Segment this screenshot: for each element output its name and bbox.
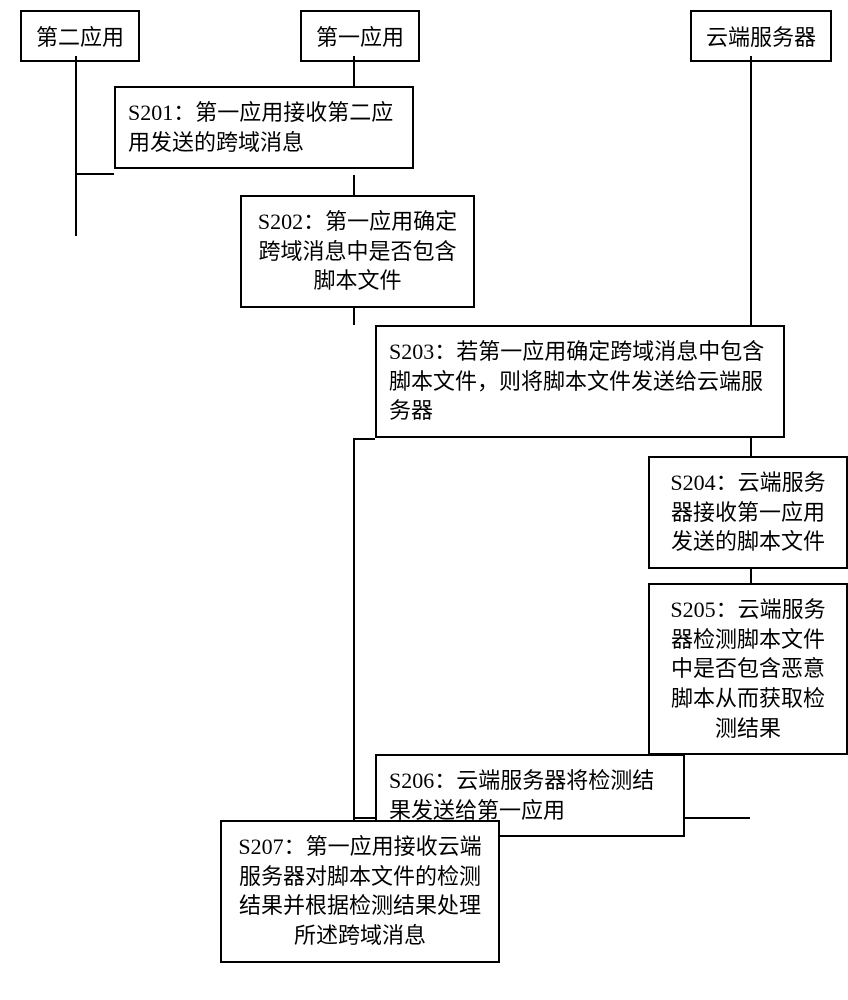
- message-s205: S205：云端服务器检测脚本文件中是否包含恶意脚本从而获取检测结果: [648, 583, 848, 755]
- message-s207: S207：第一应用接收云端服务器对脚本文件的检测结果并根据检测结果处理所述跨域消…: [220, 820, 500, 963]
- actor-first-app: 第一应用: [300, 10, 420, 62]
- lifeline-first-app-4: [353, 440, 355, 820]
- lifeline-first-app-2: [353, 175, 355, 195]
- message-s204-text: S204：云端服务器接收第一应用发送的脚本文件: [670, 470, 825, 554]
- line-s206-right: [685, 817, 750, 819]
- line-s203-left: [353, 438, 375, 440]
- line-s201-left: [75, 173, 114, 175]
- actor-cloud-server-label: 云端服务器: [706, 25, 816, 50]
- message-s201: S201：第一应用接收第二应用发送的跨域消息: [114, 86, 414, 169]
- sequence-diagram: 第二应用 第一应用 云端服务器 S201：第一应用接收第二应用发送的跨域消息 S…: [0, 0, 848, 1000]
- actor-cloud-server: 云端服务器: [690, 10, 832, 62]
- message-s205-text: S205：云端服务器检测脚本文件中是否包含恶意脚本从而获取检测结果: [670, 597, 825, 741]
- lifeline-cloud-2: [750, 568, 752, 583]
- lifeline-second-app: [75, 56, 77, 236]
- message-s206-text: S206：云端服务器将检测结果发送给第一应用: [389, 768, 654, 823]
- actor-second-app: 第二应用: [20, 10, 140, 62]
- message-s203: S203：若第一应用确定跨域消息中包含脚本文件，则将脚本文件发送给云端服务器: [375, 325, 785, 438]
- actor-second-app-label: 第二应用: [36, 25, 124, 50]
- actor-first-app-label: 第一应用: [316, 25, 404, 50]
- message-s201-text: S201：第一应用接收第二应用发送的跨域消息: [128, 100, 393, 155]
- message-s202-text: S202：第一应用确定跨域消息中是否包含脚本文件: [258, 209, 457, 293]
- message-s204: S204：云端服务器接收第一应用发送的脚本文件: [648, 456, 848, 569]
- message-s207-text: S207：第一应用接收云端服务器对脚本文件的检测结果并根据检测结果处理所述跨域消…: [238, 834, 481, 948]
- message-s203-text: S203：若第一应用确定跨域消息中包含脚本文件，则将脚本文件发送给云端服务器: [389, 339, 764, 423]
- lifeline-first-app-top: [353, 56, 355, 86]
- message-s202: S202：第一应用确定跨域消息中是否包含脚本文件: [240, 195, 475, 308]
- line-s206-left: [353, 817, 375, 819]
